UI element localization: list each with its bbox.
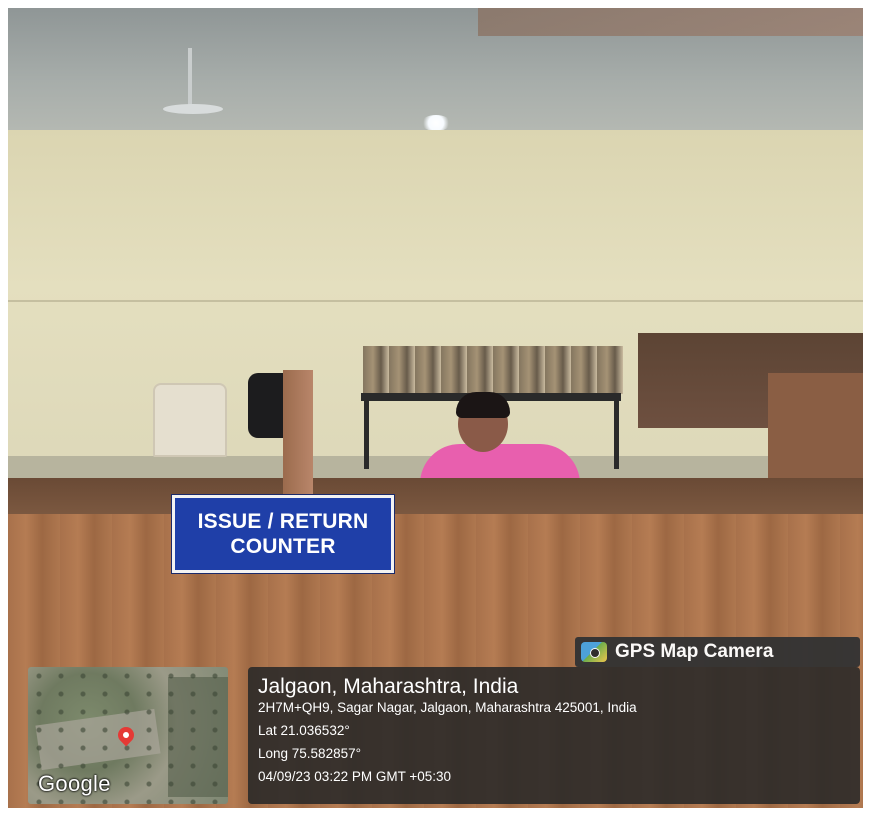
wall-line <box>8 300 863 302</box>
sign-line-2: COUNTER <box>230 535 336 558</box>
location-title: Jalgaon, Maharashtra, India <box>258 675 519 698</box>
location-datetime: 04/09/23 03:22 PM GMT +05:30 <box>258 769 452 784</box>
google-logo: Google <box>38 771 111 796</box>
cabinet <box>768 373 863 478</box>
ceiling-fan-rod <box>188 48 192 108</box>
white-chair <box>153 383 227 457</box>
ceiling-fan <box>163 104 223 114</box>
counter-partition <box>283 370 313 500</box>
location-address: 2H7M+QH9, Sagar Nagar, Jalgaon, Maharash… <box>258 700 637 715</box>
ceiling-light <box>421 115 451 131</box>
location-info-box: Jalgaon, Maharashtra, India 2H7M+QH9, Sa… <box>248 667 860 804</box>
camera-icon <box>581 642 607 662</box>
gps-map-camera-badge: GPS Map Camera <box>575 637 860 667</box>
sign-line-1: ISSUE / RETURN <box>197 510 369 533</box>
book-stacks <box>363 346 623 394</box>
issue-return-counter-sign: ISSUE / RETURN COUNTER <box>172 495 394 573</box>
ceiling-beam <box>478 8 863 36</box>
location-longitude: Long 75.582857° <box>258 746 361 761</box>
person-hair <box>456 392 510 418</box>
table-leg <box>614 401 619 469</box>
table-leg <box>364 401 369 469</box>
gps-badge-label: GPS Map Camera <box>615 641 774 662</box>
counter-top <box>8 478 863 514</box>
map-thumbnail: Google <box>28 667 228 804</box>
location-latitude: Lat 21.036532° <box>258 723 350 738</box>
